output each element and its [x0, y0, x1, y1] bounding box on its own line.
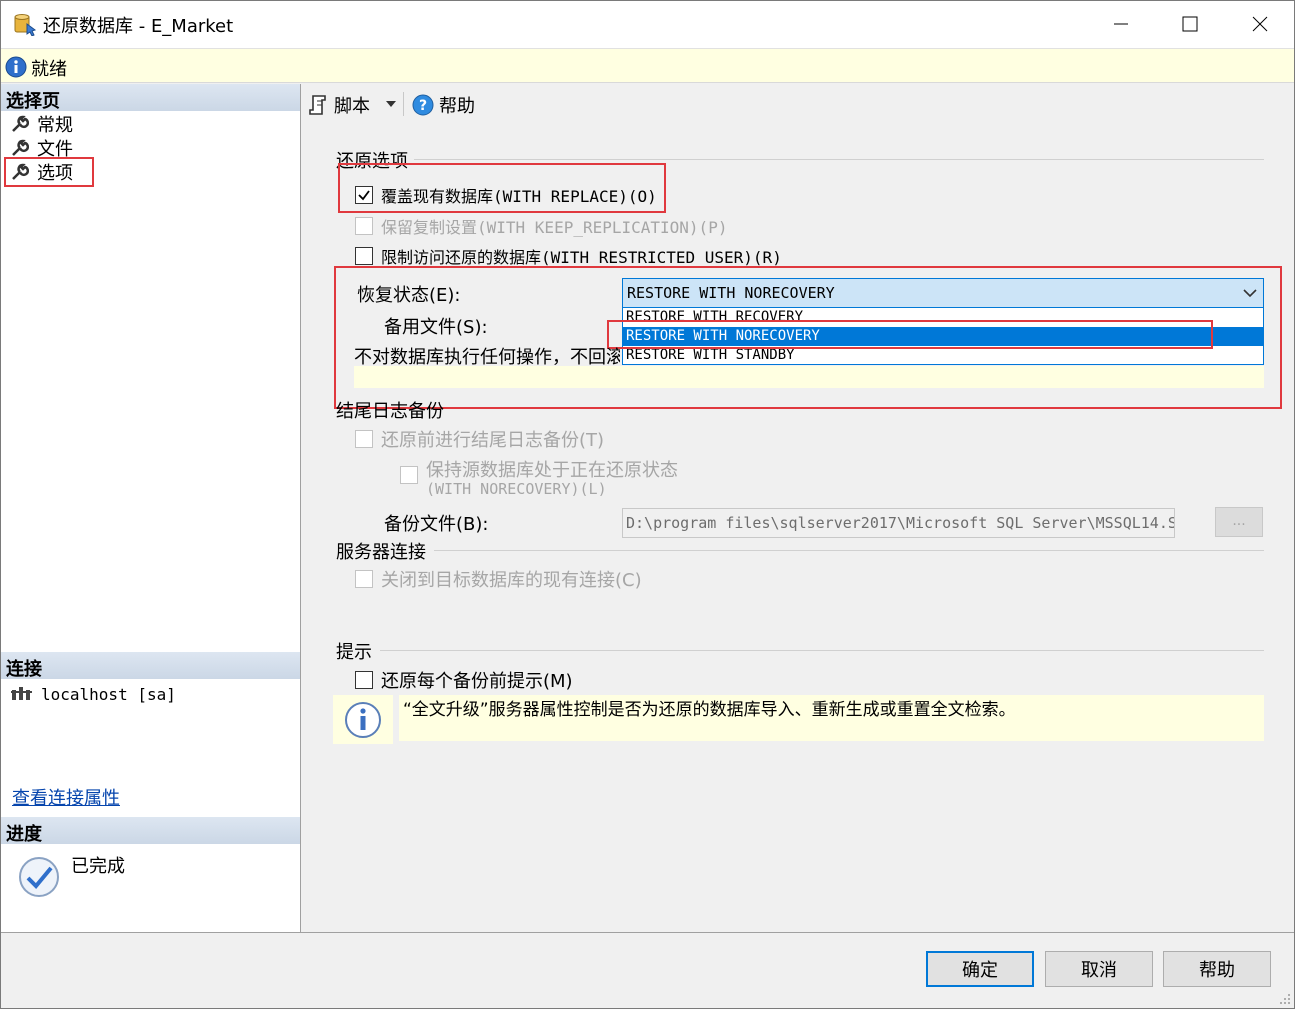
- database-restore-icon: [14, 14, 37, 36]
- progress-status: 已完成: [71, 856, 125, 877]
- leave-source-label-2: (WITH NORECOVERY)(L): [426, 480, 607, 498]
- completed-check-icon: [19, 857, 59, 897]
- server-connection-group-label: 服务器连接: [336, 542, 426, 563]
- take-tail-log-label: 还原前进行结尾日志备份(T): [381, 430, 605, 451]
- window-title: 还原数据库 - E_Market: [43, 16, 234, 37]
- leave-source-row[interactable]: 保持源数据库处于正在还原状态 (WITH NORECOVERY)(L): [400, 456, 678, 498]
- dropdown-option-norecovery[interactable]: RESTORE WITH NORECOVERY: [623, 327, 1263, 346]
- dropdown-option-recovery[interactable]: RESTORE WITH RECOVERY: [623, 308, 1263, 327]
- page-item-label: 常规: [37, 115, 73, 136]
- restricted-user-checkbox[interactable]: [355, 247, 373, 265]
- backup-file-input[interactable]: D:\program files\sqlserver2017\Microsoft…: [622, 508, 1175, 538]
- recovery-state-combo[interactable]: RESTORE WITH NORECOVERY: [622, 278, 1264, 308]
- overwrite-checkbox[interactable]: [355, 186, 373, 204]
- script-icon: [309, 95, 326, 115]
- group-divider: [414, 159, 1264, 160]
- restricted-user-label: 限制访问还原的数据库(WITH RESTRICTED_USER)(R): [381, 248, 782, 267]
- progress-header: 进度: [1, 817, 300, 845]
- connection-info: localhost [sa]: [11, 684, 176, 704]
- dropdown-option-standby[interactable]: RESTORE WITH STANDBY: [623, 346, 1263, 365]
- right-pane: 脚本 ? 帮助 还原选项 覆盖现有数据库(WITH REPLACE)(O) 保留…: [302, 84, 1294, 932]
- recovery-description-box: [354, 366, 1264, 388]
- view-connection-properties-link[interactable]: 查看连接属性: [12, 784, 120, 810]
- title-bar: 还原数据库 - E_Market: [1, 1, 1294, 48]
- minimize-button[interactable]: [1086, 1, 1156, 47]
- browse-button[interactable]: ...: [1215, 507, 1263, 537]
- help-button[interactable]: 帮助: [1163, 951, 1271, 987]
- close-icon: [1252, 16, 1268, 32]
- info-icon: [345, 702, 381, 738]
- maximize-icon: [1182, 16, 1198, 32]
- take-tail-log-checkbox[interactable]: [355, 430, 373, 448]
- toolbar-separator: [403, 92, 404, 116]
- prompt-group-label: 提示: [336, 642, 372, 663]
- backup-file-label: 备份文件(B):: [384, 514, 489, 535]
- left-pane: 选择页 常规 文件 选项 连接 localhost [sa] 查看连接属性 进度: [1, 84, 301, 932]
- help-toolbar-button[interactable]: ? 帮助: [412, 92, 475, 118]
- page-item-label: 文件: [37, 139, 73, 160]
- recovery-state-label: 恢复状态(E):: [357, 285, 461, 306]
- chevron-down-icon[interactable]: [386, 101, 396, 107]
- recovery-state-dropdown: RESTORE WITH RECOVERY RESTORE WITH NOREC…: [622, 307, 1264, 365]
- group-divider: [434, 550, 1264, 551]
- standby-file-label: 备用文件(S):: [384, 317, 488, 338]
- script-button[interactable]: 脚本: [308, 92, 370, 118]
- prompt-each-label: 还原每个备份前提示(M): [381, 671, 573, 692]
- wrench-icon: [12, 115, 29, 132]
- overwrite-checkbox-row[interactable]: 覆盖现有数据库(WITH REPLACE)(O): [355, 183, 657, 207]
- close-connections-label: 关闭到目标数据库的现有连接(C): [381, 570, 642, 591]
- script-label: 脚本: [334, 96, 370, 117]
- page-item-files[interactable]: 文件: [11, 136, 73, 160]
- wrench-icon: [12, 163, 29, 180]
- keep-replication-label: 保留复制设置(WITH KEEP_REPLICATION)(P): [381, 218, 728, 237]
- recovery-state-value: RESTORE WITH NORECOVERY: [627, 284, 835, 302]
- help-label: 帮助: [439, 96, 475, 117]
- group-divider: [380, 650, 1264, 651]
- chevron-down-icon: [1243, 289, 1257, 298]
- close-button[interactable]: [1225, 1, 1294, 47]
- toolbar: 脚本 ? 帮助: [302, 84, 1294, 124]
- ok-button[interactable]: 确定: [926, 951, 1034, 987]
- resize-grip-icon[interactable]: [1279, 993, 1291, 1005]
- help-icon: ?: [412, 94, 434, 116]
- info-message: “全文升级”服务器属性控制是否为还原的数据库导入、重新生成或重置全文检索。: [399, 695, 1264, 741]
- status-text: 就绪: [31, 59, 67, 80]
- prompt-each-row[interactable]: 还原每个备份前提示(M): [355, 667, 573, 693]
- status-bar: 就绪: [1, 48, 1294, 83]
- checkmark-icon: [358, 190, 370, 201]
- close-connections-row[interactable]: 关闭到目标数据库的现有连接(C): [355, 566, 642, 592]
- select-page-header: 选择页: [1, 84, 300, 112]
- info-icon-box: [333, 695, 393, 744]
- keep-replication-row[interactable]: 保留复制设置(WITH KEEP_REPLICATION)(P): [355, 214, 727, 238]
- server-connection-icon: [11, 687, 32, 700]
- cancel-button[interactable]: 取消: [1045, 951, 1153, 987]
- keep-replication-checkbox[interactable]: [355, 217, 373, 235]
- connection-value: localhost [sa]: [41, 684, 176, 704]
- connection-header: 连接: [1, 652, 300, 680]
- svg-text:?: ?: [419, 98, 427, 114]
- info-icon: [5, 56, 27, 78]
- leave-source-checkbox[interactable]: [400, 466, 418, 484]
- wrench-icon: [12, 139, 29, 156]
- restricted-user-row[interactable]: 限制访问还原的数据库(WITH RESTRICTED_USER)(R): [355, 244, 782, 268]
- leave-source-label-1: 保持源数据库处于正在还原状态: [426, 460, 678, 481]
- minimize-icon: [1114, 23, 1128, 25]
- overwrite-label: 覆盖现有数据库(WITH REPLACE)(O): [381, 187, 657, 206]
- page-item-general[interactable]: 常规: [11, 112, 73, 136]
- take-tail-log-row[interactable]: 还原前进行结尾日志备份(T): [355, 426, 604, 452]
- tail-log-group-label: 结尾日志备份: [336, 401, 444, 422]
- recovery-description: 不对数据库执行任何操作，不回滚: [354, 347, 620, 368]
- restore-options-group-label: 还原选项: [336, 151, 408, 172]
- page-item-label: 选项: [37, 163, 73, 184]
- page-item-options[interactable]: 选项: [11, 160, 73, 184]
- close-connections-checkbox[interactable]: [355, 570, 373, 588]
- maximize-button[interactable]: [1155, 1, 1225, 47]
- restore-database-window: 还原数据库 - E_Market 就绪 选择页 常规 文件 选项 连接 loca…: [0, 0, 1295, 1009]
- footer-divider: [1, 932, 1294, 933]
- prompt-each-checkbox[interactable]: [355, 671, 373, 689]
